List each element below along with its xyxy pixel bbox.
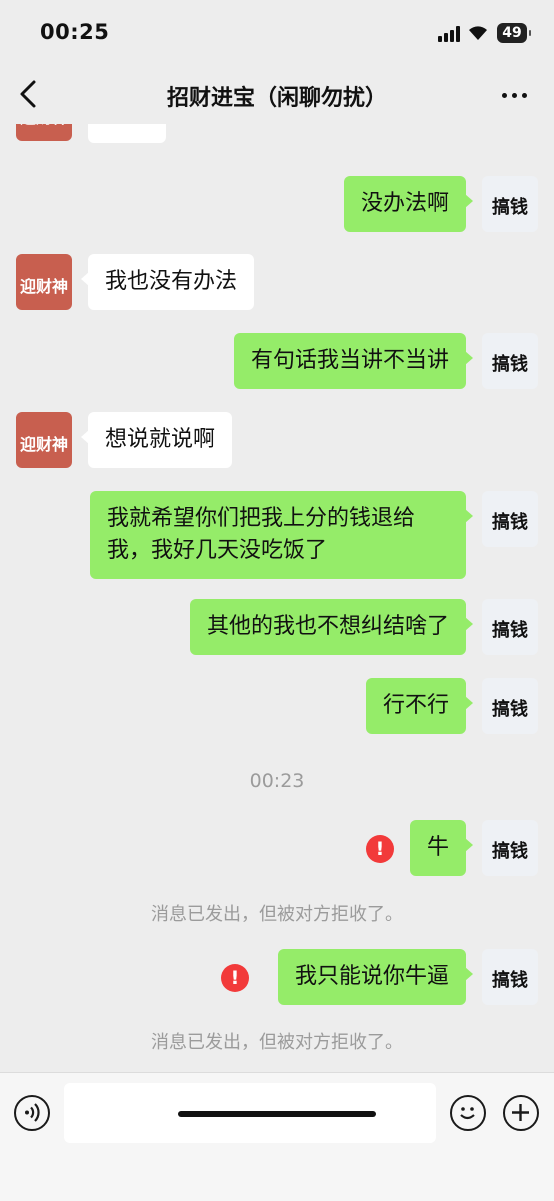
exclamation-icon[interactable]: ! xyxy=(366,835,394,863)
contact-avatar[interactable]: 迎财神 xyxy=(16,254,72,310)
my-avatar[interactable]: 搞钱 xyxy=(482,678,538,734)
svg-text:搞钱: 搞钱 xyxy=(492,511,528,533)
message-bubble[interactable]: 想说就说啊 xyxy=(80,412,233,468)
voice-icon xyxy=(25,1103,40,1122)
message-bubble[interactable]: 牛 xyxy=(409,820,474,876)
emoji-button[interactable] xyxy=(450,1095,486,1131)
contact-avatar[interactable]: 迎财神 xyxy=(16,412,72,468)
rejected-notice: 消息已发出，但被对方拒收了。 xyxy=(151,1032,403,1053)
message-bubble[interactable]: 我就希望你们把我上分的钱退给我，我好几天没吃饭了 xyxy=(90,491,473,579)
my-avatar[interactable]: 搞钱 xyxy=(482,949,538,1005)
message-bubble[interactable]: 我只能说你牛逼 xyxy=(277,949,474,1005)
my-avatar[interactable]: 搞钱 xyxy=(482,599,538,655)
svg-text:迎财神: 迎财神 xyxy=(20,277,68,296)
message-row: 迎财神 想说就说啊 xyxy=(0,412,554,470)
status-time: 00:25 xyxy=(40,20,110,44)
message-bubble[interactable]: 没办法啊 xyxy=(343,176,474,232)
my-avatar[interactable]: 搞钱 xyxy=(482,820,538,876)
exclamation-icon[interactable]: ! xyxy=(221,964,249,992)
message-row: 有句话我当讲不当讲 搞钱 xyxy=(0,333,554,391)
home-indicator xyxy=(178,1111,376,1117)
input-bar xyxy=(0,1072,554,1201)
message-row: ! 牛 搞钱 xyxy=(0,820,554,878)
timestamp: 00:23 xyxy=(249,770,305,792)
message-row: 我就希望你们把我上分的钱退给我，我好几天没吃饭了 搞钱 xyxy=(0,491,554,579)
svg-text:搞钱: 搞钱 xyxy=(492,698,528,720)
svg-text:搞钱: 搞钱 xyxy=(492,353,528,375)
message-row: 没办法啊 搞钱 xyxy=(0,176,554,234)
rejected-notice: 消息已发出，但被对方拒收了。 xyxy=(151,904,403,925)
voice-button[interactable] xyxy=(14,1095,50,1131)
svg-text:搞钱: 搞钱 xyxy=(492,196,528,218)
my-avatar[interactable]: 搞钱 xyxy=(482,176,538,232)
message-row: 其他的我也不想纠结啥了 搞钱 xyxy=(0,599,554,657)
chat-area[interactable]: 迎财神 你怕 没办法啊 搞钱 迎财神 我也没有办法 有句话我当讲不当讲 搞钱 迎… xyxy=(0,112,554,1072)
message-row: ! 我只能说你牛逼 搞钱 xyxy=(0,949,554,1007)
plus-icon xyxy=(512,1104,529,1121)
more-button[interactable] xyxy=(500,80,530,108)
signal-icon xyxy=(438,26,460,42)
message-bubble[interactable]: 我也没有办法 xyxy=(80,254,255,310)
message-bubble[interactable]: 有句话我当讲不当讲 xyxy=(233,333,474,389)
svg-text:搞钱: 搞钱 xyxy=(492,969,528,991)
message-row: 行不行 搞钱 xyxy=(0,678,554,736)
svg-text:搞钱: 搞钱 xyxy=(492,619,528,641)
wifi-icon xyxy=(469,26,487,40)
message-bubble[interactable]: 其他的我也不想纠结啥了 xyxy=(189,599,474,655)
battery-icon: 49 xyxy=(497,23,531,43)
svg-text:搞钱: 搞钱 xyxy=(492,840,528,862)
emoji-icon xyxy=(460,1107,475,1120)
my-avatar[interactable]: 搞钱 xyxy=(482,333,538,389)
status-bar: 00:25 49 xyxy=(0,0,554,66)
nav-bar: 招财进宝（闲聊勿扰） xyxy=(0,66,554,124)
chat-title: 招财进宝（闲聊勿扰） xyxy=(166,86,387,111)
plus-button[interactable] xyxy=(503,1095,539,1131)
message-row: 迎财神 我也没有办法 xyxy=(0,254,554,312)
my-avatar[interactable]: 搞钱 xyxy=(482,491,538,547)
svg-text:迎财神: 迎财神 xyxy=(20,435,68,454)
message-bubble[interactable]: 行不行 xyxy=(365,678,474,734)
